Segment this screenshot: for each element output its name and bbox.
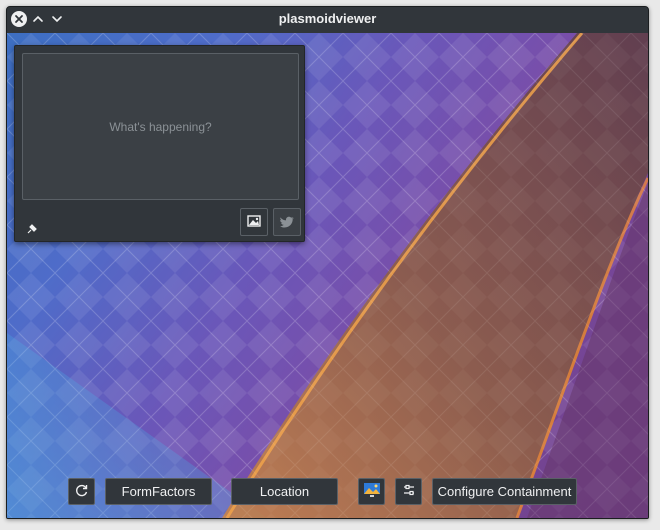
configure-icon (402, 483, 416, 500)
attach-image-button[interactable] (240, 208, 268, 236)
formfactors-label: FormFactors (121, 484, 196, 499)
configure-containment-label: Configure Containment (437, 484, 572, 499)
pin-icon[interactable] (27, 219, 37, 238)
formfactors-button[interactable]: FormFactors (105, 478, 212, 505)
desktop-containment[interactable]: What's happening? FormFactors Location C… (7, 33, 648, 518)
twitter-icon (280, 213, 295, 232)
refresh-icon (74, 483, 89, 501)
wallpaper-button[interactable] (358, 478, 385, 505)
location-label: Location (259, 484, 310, 499)
image-icon (247, 213, 261, 232)
title-bar[interactable]: plasmoidviewer (7, 7, 648, 33)
plasmoidviewer-window: plasmoidviewer What's happening? FormFac… (6, 6, 649, 519)
twitter-button[interactable] (273, 208, 301, 236)
wallpaper-icon (363, 482, 381, 501)
window-title: plasmoidviewer (278, 11, 377, 26)
compose-field[interactable]: What's happening? (22, 53, 299, 200)
location-button[interactable]: Location (231, 478, 338, 505)
microblog-widget: What's happening? (14, 45, 305, 242)
refresh-button[interactable] (68, 478, 95, 505)
settings-button[interactable] (395, 478, 422, 505)
compose-placeholder: What's happening? (109, 119, 212, 134)
configure-containment-button[interactable]: Configure Containment (432, 478, 577, 505)
